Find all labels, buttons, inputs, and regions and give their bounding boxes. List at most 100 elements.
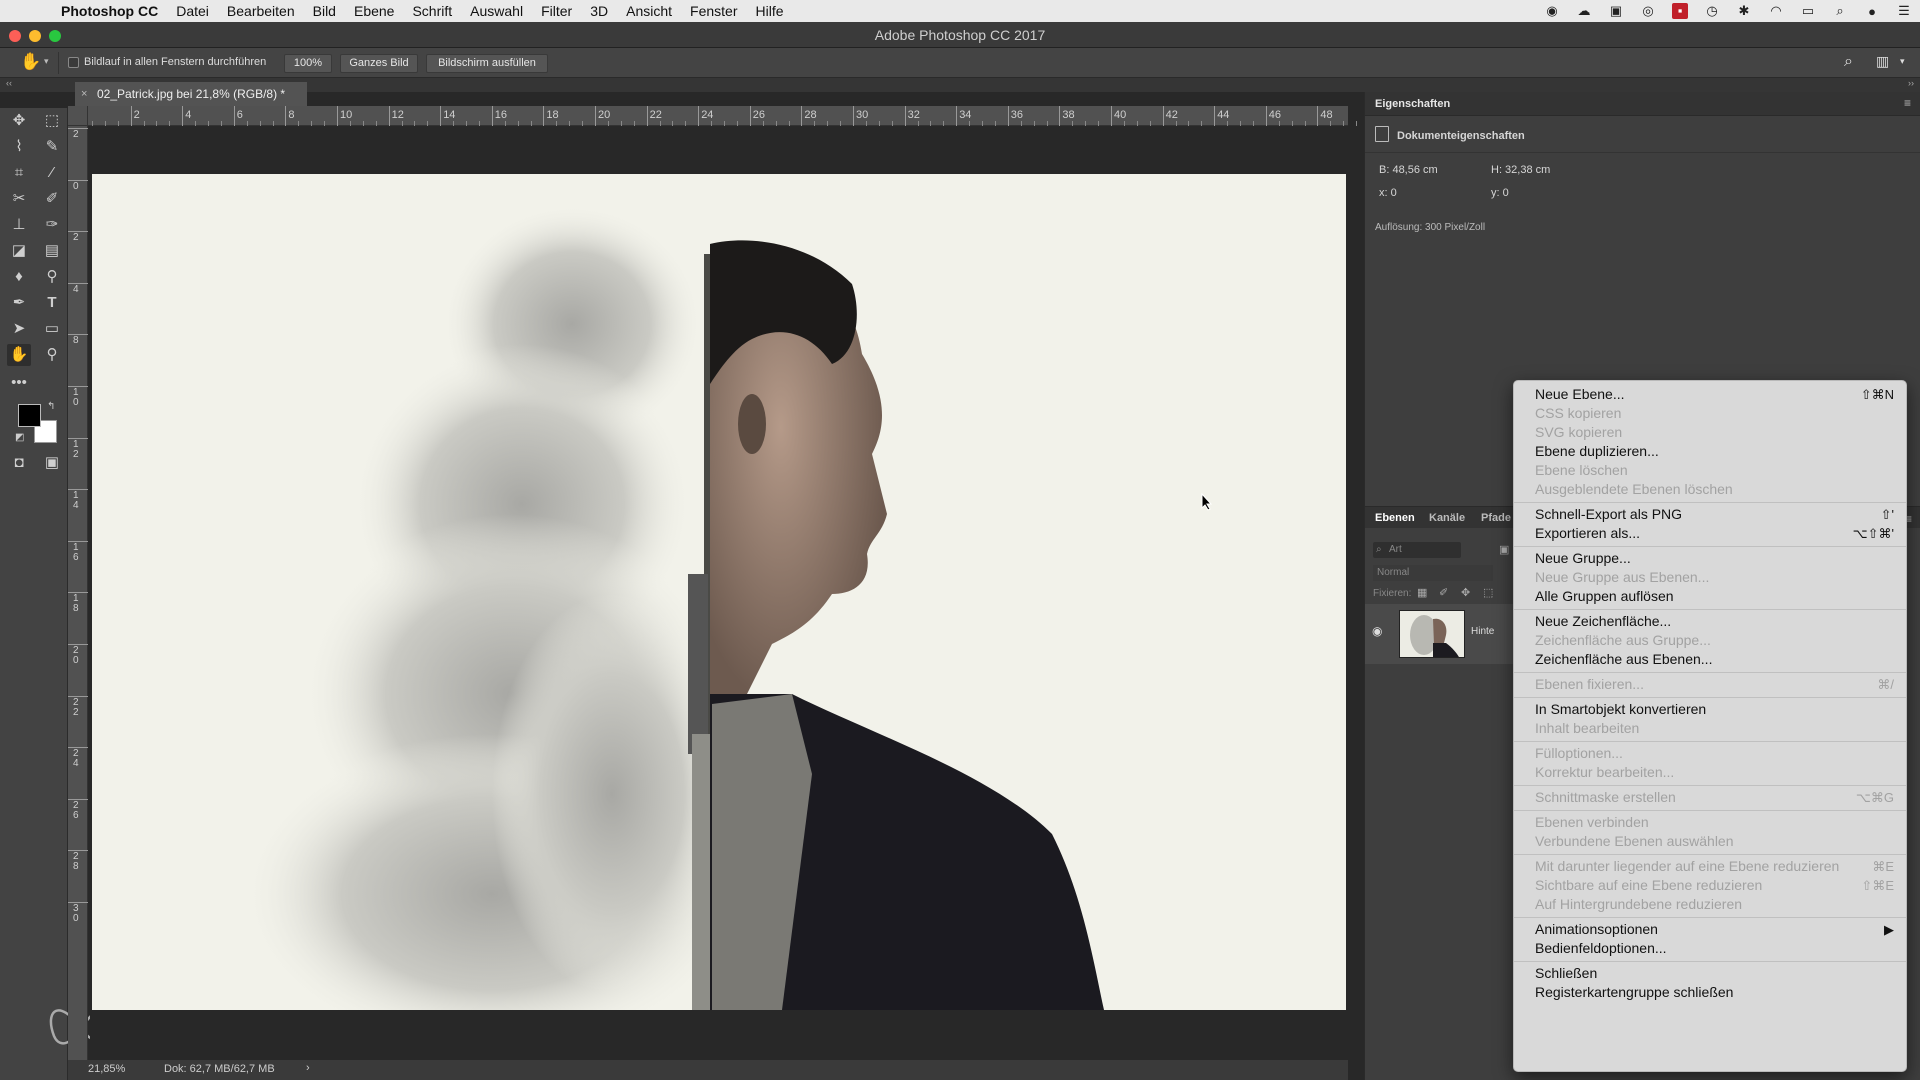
panel-menu-icon[interactable]: ≡ [1904, 96, 1911, 110]
menu-app-name[interactable]: Photoshop CC [52, 0, 167, 22]
foreground-color-swatch-front[interactable] [18, 404, 41, 427]
menu-3d[interactable]: 3D [581, 0, 617, 22]
lock-position-icon[interactable]: ✥ [1461, 586, 1470, 599]
menu-item[interactable]: Schnell-Export als PNG ⇧' [1535, 505, 1894, 524]
menu-fenster[interactable]: Fenster [681, 0, 746, 22]
properties-tab[interactable]: Eigenschaften [1375, 98, 1450, 110]
menu-item[interactable]: Alle Gruppen auflösen [1535, 587, 1894, 606]
menu-item[interactable]: Neue Zeichenfläche... [1535, 612, 1894, 631]
chevron-down-icon[interactable]: ▾ [44, 56, 49, 67]
menu-ansicht[interactable]: Ansicht [617, 0, 681, 22]
menu-hilfe[interactable]: Hilfe [747, 0, 793, 22]
clone-stamp-tool-icon[interactable]: ⊥ [7, 214, 31, 236]
zoom-level[interactable]: 21,85% [88, 1063, 125, 1075]
scroll-all-windows-checkbox[interactable] [68, 57, 79, 68]
rectangle-tool-icon[interactable]: ▭ [40, 318, 64, 340]
layer-name[interactable]: Hinte [1471, 626, 1494, 637]
menu-item[interactable]: Animationsoptionen ▶ [1535, 920, 1894, 939]
eyedropper-tool-icon[interactable]: ⁄ [40, 162, 64, 184]
menu-item[interactable]: Bedienfeldoptionen... [1535, 939, 1894, 958]
type-tool-icon[interactable]: T [40, 292, 64, 314]
zoom-tool-icon[interactable]: ⚲ [40, 344, 64, 366]
workspace-switcher-icon[interactable]: ▥ [1876, 53, 1889, 70]
doc-width[interactable]: B: 48,56 cm [1379, 164, 1438, 176]
collapse-right-icon[interactable]: ›› [1908, 78, 1914, 88]
workspace-chevron-icon[interactable]: ▾ [1900, 56, 1905, 67]
status-menu-arrow-icon[interactable]: › [306, 1062, 310, 1074]
collapse-left-icon[interactable]: ‹‹ [6, 78, 12, 88]
sync-icon[interactable]: ◎ [1640, 3, 1656, 19]
crop-tool-icon[interactable]: ⌗ [7, 162, 31, 184]
lock-artboard-icon[interactable]: ⬚ [1483, 586, 1493, 599]
eraser-tool-icon[interactable]: ◪ [7, 240, 31, 262]
pen-tool-icon[interactable]: ✒ [7, 292, 31, 314]
menu-auswahl[interactable]: Auswahl [461, 0, 532, 22]
lock-pixels-icon[interactable]: ✐ [1439, 586, 1448, 599]
airplay-icon[interactable]: ▭ [1800, 3, 1816, 19]
hand-tool-icon[interactable]: ✋ [20, 52, 41, 72]
menu-schrift[interactable]: Schrift [403, 0, 461, 22]
time-machine-icon[interactable]: ◷ [1704, 3, 1720, 19]
lasso-tool-icon[interactable]: ⌇ [7, 136, 31, 158]
spotlight-search-icon[interactable]: ⌕ [1832, 3, 1848, 19]
zoom-100-button[interactable]: 100% [284, 54, 332, 73]
menu-item[interactable]: Ebene duplizieren... [1535, 442, 1894, 461]
tab-paths[interactable]: Pfade [1481, 512, 1511, 524]
menu-datei[interactable]: Datei [167, 0, 218, 22]
creative-cloud-icon[interactable]: ☁ [1576, 3, 1592, 19]
quick-select-tool-icon[interactable]: ✎ [40, 136, 64, 158]
image-filter-icon[interactable]: ▣ [1499, 543, 1509, 556]
hand-tool-icon[interactable]: ✋ [7, 344, 31, 366]
close-document-icon[interactable]: × [81, 82, 87, 106]
ruler-label: 42 [1165, 109, 1178, 121]
search-icon[interactable]: ⌕ [1844, 53, 1853, 71]
document-image[interactable] [92, 174, 1346, 1010]
quick-mask-icon[interactable]: ◘ [7, 452, 31, 474]
path-selection-tool-icon[interactable]: ➤ [7, 318, 31, 340]
history-brush-tool-icon[interactable]: ✑ [40, 214, 64, 236]
menu-bearbeiten[interactable]: Bearbeiten [218, 0, 304, 22]
menu-filter[interactable]: Filter [532, 0, 581, 22]
menu-item[interactable]: Zeichenfläche aus Ebenen... [1535, 650, 1894, 669]
dodge-tool-icon[interactable]: ⚲ [40, 266, 64, 288]
layer-row-background[interactable]: ◉ Hinte [1365, 604, 1515, 664]
tab-channels[interactable]: Kanäle [1429, 512, 1465, 524]
layer-filter-input[interactable]: ⌕ Art [1373, 542, 1461, 558]
fill-screen-button[interactable]: Bildschirm ausfüllen [426, 54, 548, 73]
app-red-icon[interactable]: ▪ [1672, 3, 1688, 19]
wifi-icon[interactable]: ◠ [1768, 3, 1784, 19]
menu-item[interactable]: Neue Gruppe... [1535, 549, 1894, 568]
lock-transparent-icon[interactable]: ▦ [1417, 586, 1427, 599]
default-colors-icon[interactable]: ◩ [15, 432, 24, 443]
menu-bild[interactable]: Bild [304, 0, 345, 22]
menu-item[interactable]: Schließen [1535, 964, 1894, 983]
blur-tool-icon[interactable]: ♦ [7, 266, 31, 288]
more-tools-icon[interactable]: ••• [7, 372, 31, 394]
fit-screen-button[interactable]: Ganzes Bild [340, 54, 418, 73]
doc-y[interactable]: y: 0 [1491, 187, 1509, 199]
gradient-tool-icon[interactable]: ▤ [40, 240, 64, 262]
swap-colors-icon[interactable]: ↰ [47, 401, 55, 412]
menu-item[interactable]: In Smartobjekt konvertieren [1535, 700, 1894, 719]
menu-item[interactable]: Registerkartengruppe schließen [1535, 983, 1894, 1002]
bluetooth-icon[interactable]: ✱ [1736, 3, 1752, 19]
notification-center-icon[interactable]: ☰ [1896, 3, 1912, 19]
display-icon[interactable]: ▣ [1608, 3, 1624, 19]
ruler-origin[interactable] [68, 106, 88, 126]
record-icon[interactable]: ◉ [1544, 3, 1560, 19]
menu-item[interactable]: Neue Ebene... ⇧⌘N [1535, 385, 1894, 404]
move-tool-icon[interactable]: ✥ [7, 110, 31, 132]
menu-item[interactable]: Exportieren als... ⌥⇧⌘' [1535, 524, 1894, 543]
healing-brush-tool-icon[interactable]: ✂ [7, 188, 31, 210]
siri-icon[interactable]: ● [1864, 4, 1880, 19]
visibility-eye-icon[interactable]: ◉ [1372, 624, 1382, 638]
tab-layers[interactable]: Ebenen [1375, 512, 1415, 524]
marquee-tool-icon[interactable]: ⬚ [40, 110, 64, 132]
document-tab[interactable]: × 02_Patrick.jpg bei 21,8% (RGB/8) * [75, 82, 307, 106]
doc-x[interactable]: x: 0 [1379, 187, 1397, 199]
menu-ebene[interactable]: Ebene [345, 0, 403, 22]
screen-mode-icon[interactable]: ▣ [40, 452, 64, 474]
blend-mode-select[interactable]: Normal [1373, 565, 1493, 581]
brush-tool-icon[interactable]: ✐ [40, 188, 64, 210]
doc-height[interactable]: H: 32,38 cm [1491, 164, 1550, 176]
